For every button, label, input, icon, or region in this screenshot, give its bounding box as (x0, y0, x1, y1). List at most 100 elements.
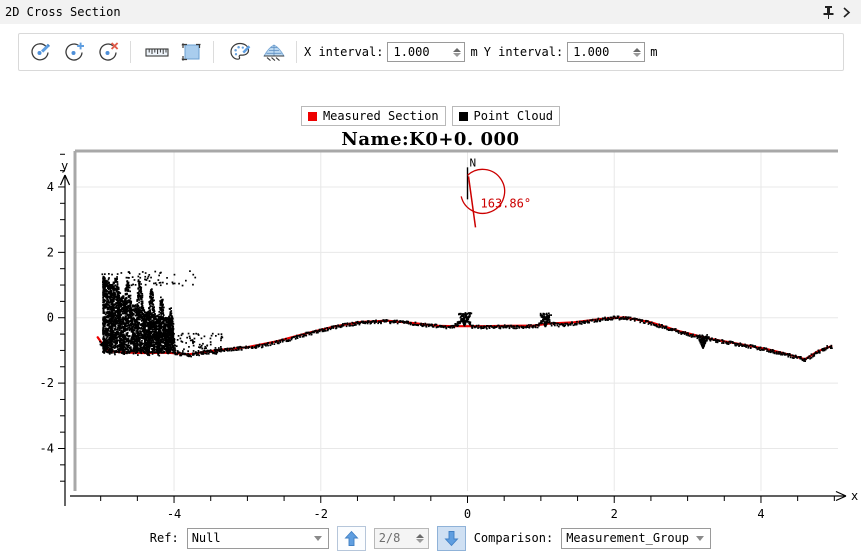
point-cloud-dot (146, 334, 149, 337)
point-cloud-dot (151, 298, 154, 300)
point-cloud-dot (212, 352, 215, 354)
point-cloud-dot (189, 270, 191, 272)
add-section-tool[interactable] (59, 37, 89, 67)
point-cloud-dot (137, 279, 140, 281)
point-cloud-dot (386, 319, 389, 322)
x-interval-up-arrow[interactable] (453, 47, 462, 52)
edit-section-tool[interactable] (25, 37, 55, 67)
close-icon[interactable] (841, 4, 855, 20)
point-cloud-dot (346, 323, 349, 325)
x-interval-down-arrow[interactable] (453, 52, 462, 57)
point-cloud-dot (133, 335, 136, 338)
point-cloud-dot (727, 343, 730, 345)
point-cloud-dot (141, 296, 144, 299)
legend-measured-section[interactable]: Measured Section (300, 106, 446, 126)
point-cloud-dot (159, 344, 161, 346)
point-cloud-dot (138, 301, 140, 304)
point-cloud-dot (110, 333, 113, 336)
point-cloud-dot (158, 306, 161, 309)
point-cloud-dot (106, 285, 109, 288)
point-cloud-dot (122, 343, 125, 345)
point-cloud-dot (377, 322, 379, 325)
point-cloud-dot (104, 273, 106, 275)
point-cloud-dot (220, 346, 222, 348)
point-cloud-dot (425, 325, 428, 328)
point-cloud-dot (777, 352, 779, 355)
point-cloud-dot (114, 287, 117, 290)
point-cloud-dot (457, 324, 460, 327)
cross-section-plot[interactable]: x y -4 -2 0 2 4 -4 -2 0 2 4 N 163.86° (0, 128, 861, 528)
point-cloud-dot (475, 325, 478, 328)
point-cloud-dot (121, 346, 123, 348)
point-cloud-dot (368, 321, 370, 323)
point-cloud-dot (139, 336, 142, 339)
point-cloud-dot (160, 351, 163, 354)
point-cloud-dot (356, 322, 359, 325)
point-cloud-dot (414, 321, 417, 324)
y-interval-down-arrow[interactable] (633, 52, 642, 57)
point-cloud-dot (176, 350, 179, 352)
point-cloud-dot (137, 354, 139, 356)
point-cloud-dot (148, 325, 151, 328)
y-interval-spinbox[interactable] (567, 42, 646, 62)
toolbar-separator-3 (296, 41, 297, 63)
point-cloud-dot (294, 338, 297, 340)
point-cloud-dot (110, 328, 113, 330)
point-cloud-dot (119, 347, 121, 350)
point-cloud-dot (111, 298, 113, 301)
point-cloud-dot (102, 316, 105, 319)
chart-legend: Measured Section Point Cloud (0, 106, 861, 126)
point-cloud-dot (133, 340, 136, 343)
x-interval-input[interactable] (391, 43, 452, 61)
point-cloud-dot (198, 346, 200, 348)
y-interval-arrows[interactable] (633, 43, 642, 61)
point-cloud-dot (187, 332, 190, 335)
point-cloud-dot (153, 309, 155, 311)
point-cloud-dot (243, 346, 246, 349)
point-cloud-dot (375, 321, 377, 323)
point-cloud-dot (126, 352, 128, 355)
point-cloud-dot (759, 346, 762, 349)
palette-icon[interactable] (225, 37, 255, 67)
y-interval-input[interactable] (571, 43, 632, 61)
point-cloud-dot (101, 273, 104, 276)
point-cloud-dot (155, 339, 157, 342)
point-cloud-dot (139, 341, 142, 344)
point-cloud-dot (102, 290, 105, 293)
mesh-surface-icon[interactable] (259, 37, 289, 67)
point-cloud-dot (659, 326, 662, 328)
point-cloud-dot (103, 342, 106, 345)
point-cloud-dot (220, 335, 223, 338)
point-cloud-dot (564, 324, 567, 327)
point-cloud-dot (458, 320, 461, 323)
point-cloud-dot (111, 284, 113, 286)
point-cloud-dot (687, 334, 690, 337)
measure-tool[interactable] (142, 37, 172, 67)
point-cloud-dot (230, 349, 233, 352)
legend-measured-section-label: Measured Section (322, 109, 439, 123)
point-cloud-dot (129, 310, 132, 313)
point-cloud-dot (171, 317, 174, 320)
legend-point-cloud[interactable]: Point Cloud (451, 106, 561, 126)
fit-extent-tool[interactable] (176, 37, 206, 67)
point-cloud-dot (192, 273, 195, 276)
delete-section-tool[interactable] (93, 37, 123, 67)
point-cloud-dot (161, 321, 164, 323)
point-cloud-dot (144, 272, 147, 274)
point-cloud-dot (580, 323, 583, 325)
point-cloud-dot (146, 277, 149, 280)
point-cloud-dot (160, 301, 163, 303)
point-cloud-dot (767, 350, 770, 353)
y-interval-unit: m (650, 45, 658, 59)
point-cloud-dot (141, 309, 143, 312)
point-cloud-dot (157, 336, 160, 339)
point-cloud-dot (137, 318, 140, 320)
point-cloud-dot (133, 318, 135, 320)
pin-icon[interactable] (821, 4, 835, 20)
x-interval-arrows[interactable] (453, 43, 462, 61)
point-cloud-dot (477, 324, 480, 327)
point-cloud-dot (172, 347, 174, 349)
point-cloud-dot (164, 334, 167, 336)
y-interval-up-arrow[interactable] (633, 47, 642, 52)
x-interval-spinbox[interactable] (387, 42, 466, 62)
